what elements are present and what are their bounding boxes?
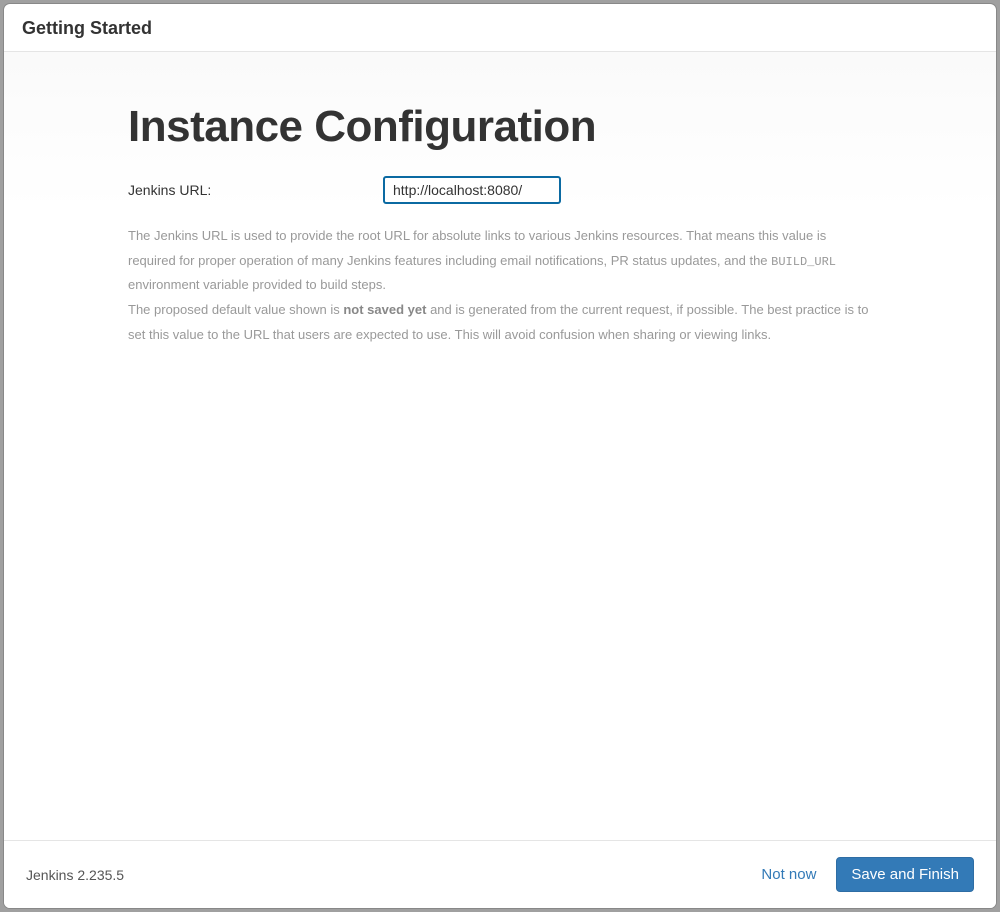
desc-p2-before: The proposed default value shown is xyxy=(128,302,343,317)
description-text: The Jenkins URL is used to provide the r… xyxy=(128,224,872,348)
jenkins-url-input[interactable] xyxy=(383,176,561,204)
desc-p2-bold: not saved yet xyxy=(343,302,426,317)
jenkins-version: Jenkins 2.235.5 xyxy=(26,867,124,883)
jenkins-url-row: Jenkins URL: xyxy=(128,176,872,204)
desc-p1-before: The Jenkins URL is used to provide the r… xyxy=(128,228,826,268)
content-area: Instance Configuration Jenkins URL: The … xyxy=(4,52,996,840)
page-heading: Instance Configuration xyxy=(128,102,872,152)
setup-wizard-window: Getting Started Instance Configuration J… xyxy=(4,4,996,908)
save-and-finish-button[interactable]: Save and Finish xyxy=(836,857,974,892)
not-now-button[interactable]: Not now xyxy=(761,866,816,883)
jenkins-url-label: Jenkins URL: xyxy=(128,182,383,198)
desc-p1-after: environment variable provided to build s… xyxy=(128,277,386,292)
footer-bar: Jenkins 2.235.5 Not now Save and Finish xyxy=(4,840,996,908)
build-url-code: BUILD_URL xyxy=(771,255,836,269)
window-title: Getting Started xyxy=(4,4,996,52)
